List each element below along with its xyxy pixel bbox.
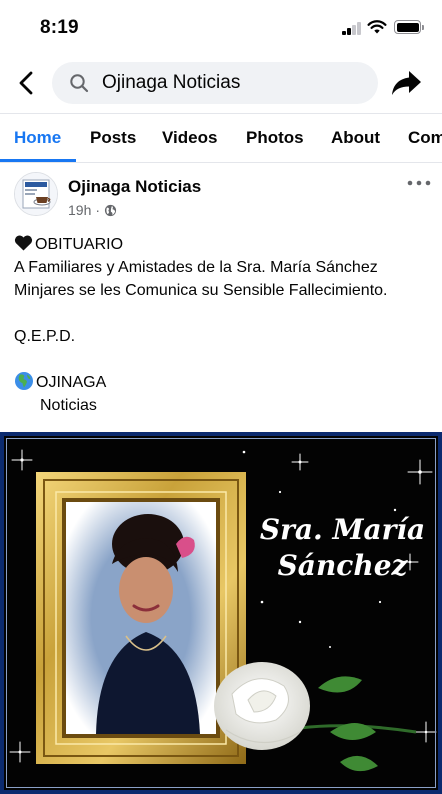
globe-icon [104,204,117,216]
post-line: A Familiares y Amistades de la Sra. Marí… [14,259,378,276]
search-icon [70,74,89,93]
post-image[interactable]: Sra. María Sánchez [0,432,442,794]
black-heart-icon [14,235,33,251]
search-header [0,56,442,112]
post-line: Noticias [40,397,97,414]
post-line: OJINAGA [14,371,434,394]
tab-community[interactable]: Com [408,114,442,162]
newspaper-coffee-logo-icon [15,173,57,215]
page-tabs: Home Posts Videos Photos About Com [0,113,442,163]
back-button[interactable] [14,70,40,96]
search-input[interactable] [102,62,362,104]
battery-icon [394,20,424,34]
image-inner-border [6,438,436,788]
post-line: Minjares se les Comunica su Sensible Fal… [14,282,388,299]
post-text: OBITUARIO A Familiares y Amistades de la… [14,233,434,417]
tab-posts[interactable]: Posts [90,114,136,162]
tab-home[interactable]: Home [14,114,61,162]
page-avatar[interactable] [14,172,58,216]
tab-about[interactable]: About [331,114,380,162]
post-time[interactable]: 19h [68,202,91,218]
active-tab-indicator [0,159,76,162]
globe-europe-africa-icon [15,372,33,390]
status-time: 8:19 [40,17,79,38]
wifi-icon [367,20,387,34]
status-bar: 8:19 [0,0,442,56]
meta-separator: · [95,202,101,218]
post-meta: 19h · [68,202,117,218]
tab-videos[interactable]: Videos [162,114,217,162]
page-name[interactable]: Ojinaga Noticias [68,177,201,197]
post-header: Ojinaga Noticias 19h · [0,163,442,227]
post-line: OBITUARIO [14,233,434,256]
more-options-button[interactable] [406,177,432,189]
cellular-signal-icon [342,22,362,35]
search-bar[interactable] [52,62,378,104]
tab-photos[interactable]: Photos [246,114,304,162]
post-line: Q.E.P.D. [14,328,76,345]
share-button[interactable] [390,69,422,97]
